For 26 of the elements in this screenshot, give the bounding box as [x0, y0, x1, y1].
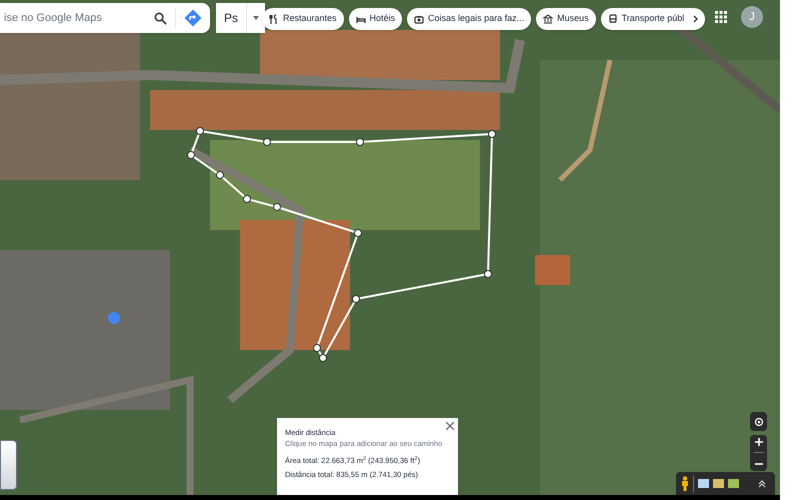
close-icon[interactable]: [446, 422, 454, 430]
bed-icon: [356, 14, 366, 24]
pegman-icon[interactable]: [681, 476, 689, 491]
category-chip[interactable]: Coisas legais para faz...: [407, 8, 532, 30]
my-location-button[interactable]: [750, 412, 767, 431]
zoom-in-icon[interactable]: [754, 438, 762, 446]
map-type-thumbnail[interactable]: [698, 479, 709, 488]
museum-icon: [543, 14, 554, 24]
camera-icon: [414, 14, 424, 24]
category-chip[interactable]: Museus: [536, 8, 596, 30]
category-chip[interactable]: Hotéis: [348, 8, 402, 30]
category-chip[interactable]: Transporte públ: [600, 8, 706, 30]
location-target-icon: [754, 416, 764, 426]
map-type-thumbnail[interactable]: [728, 479, 739, 488]
search-placeholder: ise no Google Maps: [4, 10, 103, 26]
category-chip[interactable]: Restaurantes: [262, 8, 344, 30]
fork-knife-icon: [269, 14, 279, 24]
caret-icon[interactable]: [253, 16, 260, 20]
search-field[interactable]: ise no Google Maps: [0, 3, 210, 33]
search-icon[interactable]: [154, 12, 167, 24]
chevron-right-icon: [693, 15, 698, 23]
bus-icon: [608, 14, 618, 24]
map-type-thumbnail[interactable]: [713, 479, 724, 488]
expand-icon[interactable]: [758, 480, 766, 488]
apps-grid-icon[interactable]: [715, 11, 727, 23]
layers-thumbnail[interactable]: [0, 440, 17, 490]
